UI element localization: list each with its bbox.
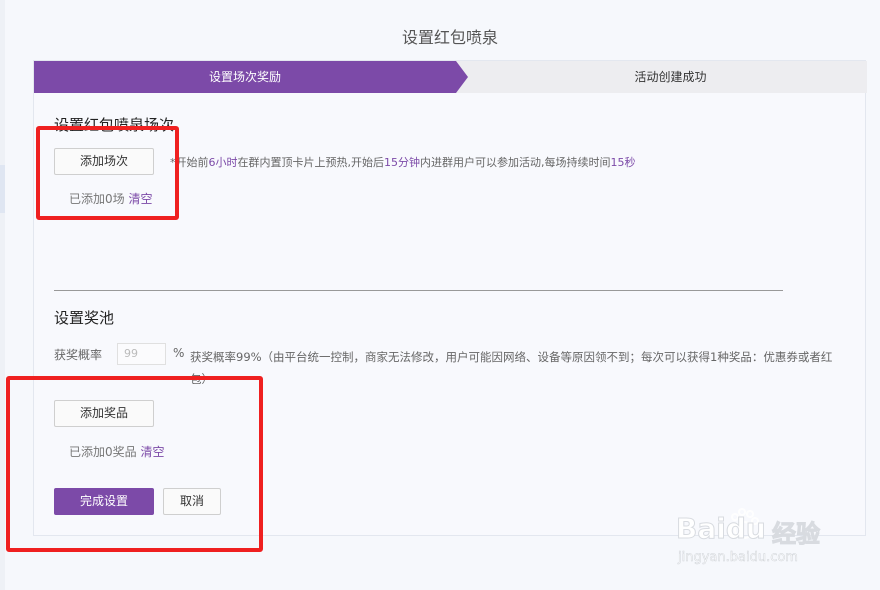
watermark-cn: 经验 <box>772 520 821 549</box>
probability-input[interactable]: 99 <box>117 343 166 365</box>
highlight-box-session <box>36 126 179 220</box>
session-hint: *开始前6小时在群内置顶卡片上预热,开始后15分钟内进群用户可以参加活动,每场持… <box>170 154 636 170</box>
hint-highlight-2: 15分钟 <box>384 156 420 169</box>
hint-highlight-3: 15秒 <box>610 156 636 169</box>
watermark-brand: Baidu <box>676 512 767 546</box>
percent-sign: % <box>173 346 185 360</box>
watermark-url: jingyan.baidu.com <box>678 550 798 566</box>
step-current: 设置场次奖励 <box>34 61 456 93</box>
step-next: 活动创建成功 <box>634 70 707 84</box>
step-progress-bar: 设置场次奖励 活动创建成功 <box>34 61 867 93</box>
hint-text-2: 在群内置顶卡片上预热,开始后 <box>237 156 385 169</box>
highlight-box-prize <box>6 376 263 552</box>
page-title: 设置红包喷泉 <box>401 28 498 47</box>
section-divider <box>54 290 783 291</box>
prob-description: 获奖概率99%（由平台统一控制，商家无法修改，用户可能因网络、设备等原因领不到；… <box>190 350 833 386</box>
step-arrow <box>456 61 468 93</box>
left-scroll-strip <box>0 0 5 590</box>
hint-highlight-1: 6小时 <box>208 156 238 169</box>
prize-section-title: 设置奖池 <box>54 309 115 327</box>
left-strip-marker <box>0 165 5 213</box>
hint-text-3: 内进群用户可以参加活动,每场持续时间 <box>420 156 611 169</box>
prob-label: 获奖概率 <box>54 348 103 362</box>
baidu-watermark: Baidu 经验 jingyan.baidu.com <box>676 500 836 570</box>
